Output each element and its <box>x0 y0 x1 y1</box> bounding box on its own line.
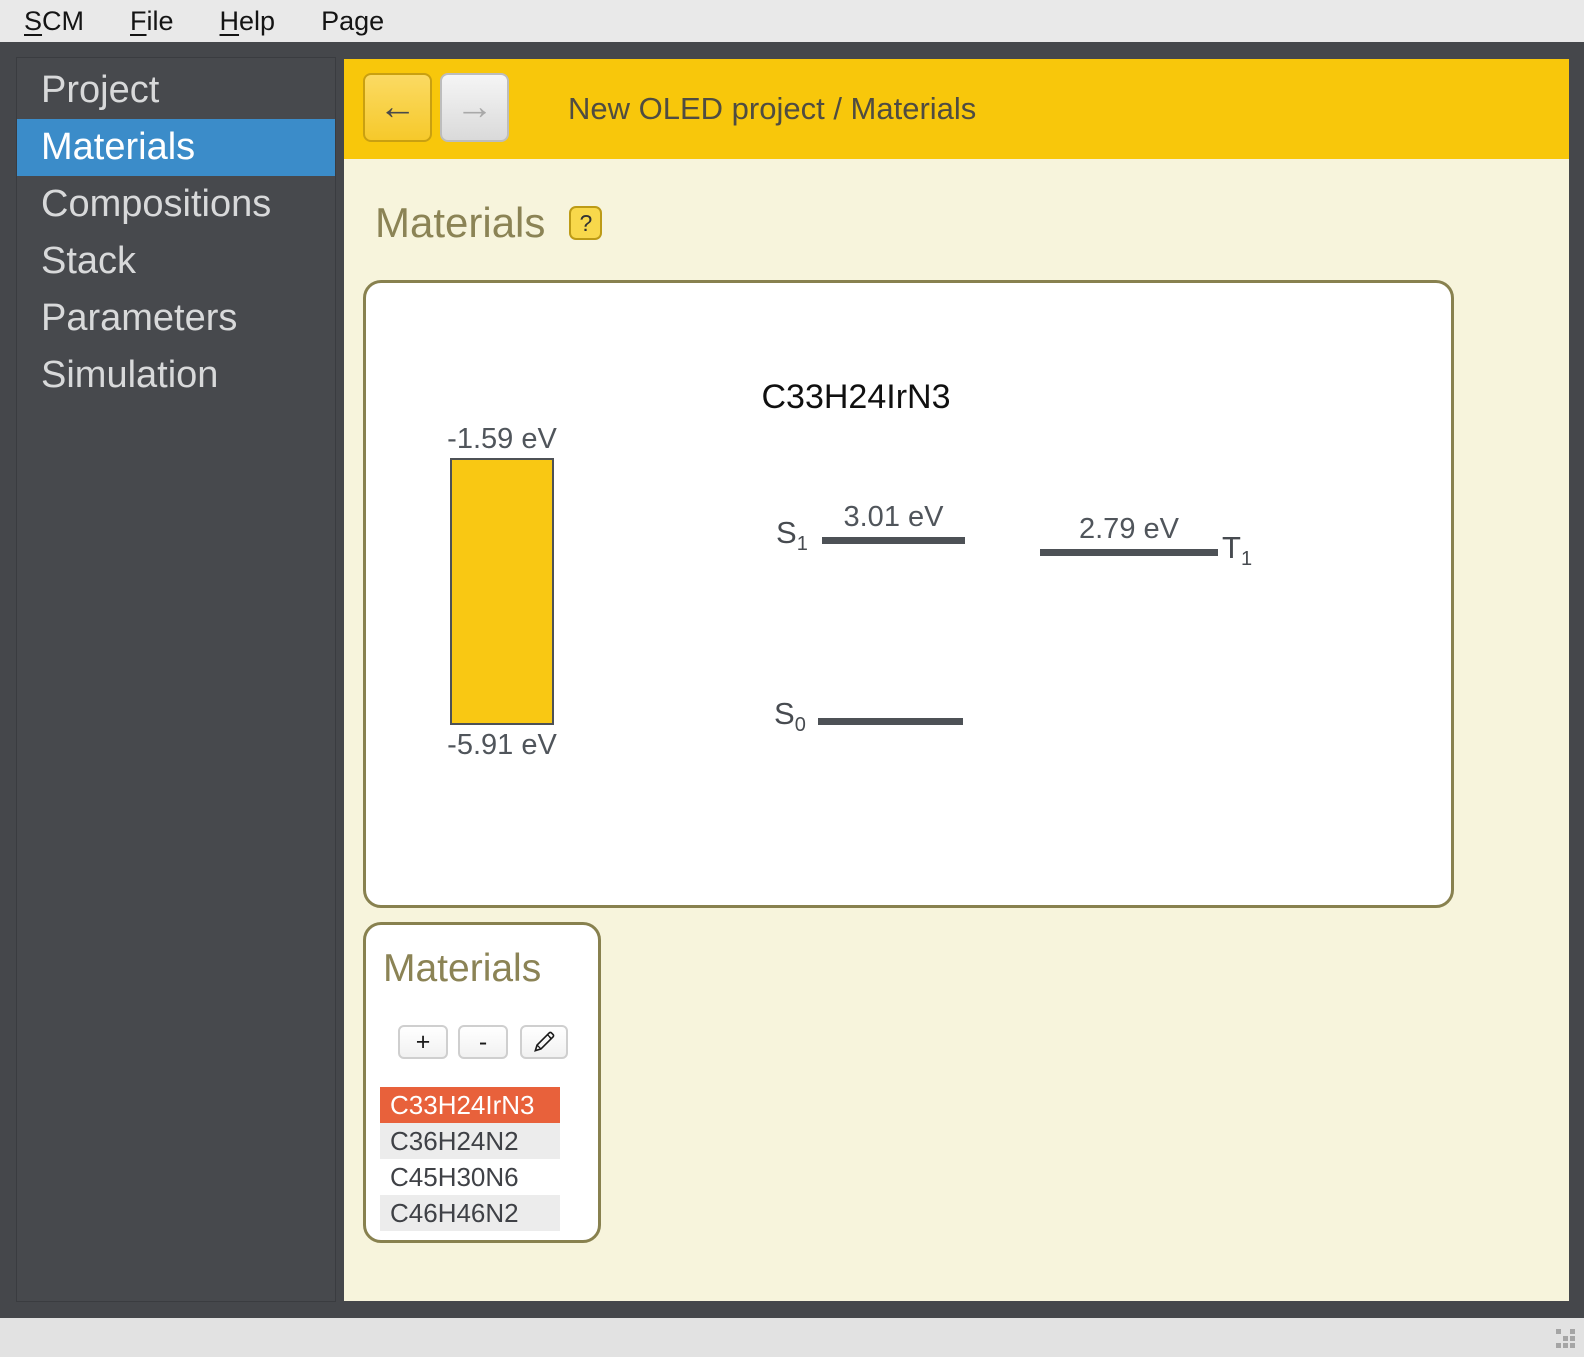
page-header: ← → New OLED project / Materials <box>344 59 1569 159</box>
s1-energy-label: 3.01 eV <box>822 501 965 534</box>
materials-list: C33H24IrN3 C36H24N2 C45H30N6 C46H46N2 <box>380 1087 560 1231</box>
edit-material-button[interactable] <box>520 1025 568 1059</box>
back-button[interactable]: ← <box>363 73 432 142</box>
sidebar-item-stack[interactable]: Stack <box>17 233 335 290</box>
materials-list-panel: Materials + - C33H24IrN3 C36H24N2 C45H30… <box>363 922 601 1243</box>
material-row-c46h46n2[interactable]: C46H46N2 <box>380 1195 560 1231</box>
s1-label: S1 <box>776 515 808 556</box>
diagram-title: C33H24IrN3 <box>656 378 1056 417</box>
menu-bar: SCM File Help Page <box>0 0 1584 42</box>
s0-label: S0 <box>774 696 806 737</box>
remove-material-button[interactable]: - <box>458 1025 508 1059</box>
menu-file[interactable]: File <box>130 6 174 37</box>
energy-diagram-panel: C33H24IrN3 -1.59 eV -5.91 eV S1 3.01 eV … <box>363 280 1454 908</box>
menu-help[interactable]: Help <box>220 6 276 37</box>
page-title: Materials <box>375 199 545 247</box>
materials-panel-title: Materials <box>383 947 541 991</box>
question-mark-icon: ? <box>579 210 592 237</box>
material-row-c33h24irn3[interactable]: C33H24IrN3 <box>380 1087 560 1123</box>
lumo-energy-label: -1.59 eV <box>402 423 602 456</box>
add-material-button[interactable]: + <box>398 1025 448 1059</box>
minus-icon: - <box>479 1028 487 1057</box>
menu-page[interactable]: Page <box>321 6 384 37</box>
forward-arrow-icon: → <box>456 86 494 129</box>
t1-level-line <box>1040 549 1218 556</box>
t1-label: T1 <box>1222 530 1252 571</box>
s0-level-line <box>818 718 963 725</box>
back-arrow-icon: ← <box>379 86 417 129</box>
page-heading-row: Materials ? <box>375 199 602 247</box>
homo-energy-label: -5.91 eV <box>402 729 602 762</box>
help-button[interactable]: ? <box>569 206 602 240</box>
t1-energy-label: 2.79 eV <box>1040 513 1218 546</box>
sidebar-nav: Project Materials Compositions Stack Par… <box>16 57 336 1302</box>
material-row-c36h24n2[interactable]: C36H24N2 <box>380 1123 560 1159</box>
sidebar-item-simulation[interactable]: Simulation <box>17 347 335 404</box>
status-bar <box>0 1318 1584 1357</box>
forward-button[interactable]: → <box>440 73 509 142</box>
sidebar-item-compositions[interactable]: Compositions <box>17 176 335 233</box>
sidebar-item-parameters[interactable]: Parameters <box>17 290 335 347</box>
resize-grip-icon[interactable] <box>1556 1329 1576 1349</box>
pencil-icon <box>531 1029 557 1055</box>
sidebar-item-project[interactable]: Project <box>17 62 335 119</box>
plus-icon: + <box>416 1028 431 1057</box>
application-window: SCM File Help Page Project Materials Com… <box>0 0 1584 1357</box>
material-row-c45h30n6[interactable]: C45H30N6 <box>380 1159 560 1195</box>
content-area: Materials ? C33H24IrN3 -1.59 eV -5.91 eV… <box>344 159 1569 1301</box>
sidebar-item-materials[interactable]: Materials <box>17 119 335 176</box>
breadcrumb: New OLED project / Materials <box>568 59 976 159</box>
menu-scm[interactable]: SCM <box>24 6 84 37</box>
homo-lumo-bar <box>450 458 554 725</box>
s1-level-line <box>822 537 965 544</box>
